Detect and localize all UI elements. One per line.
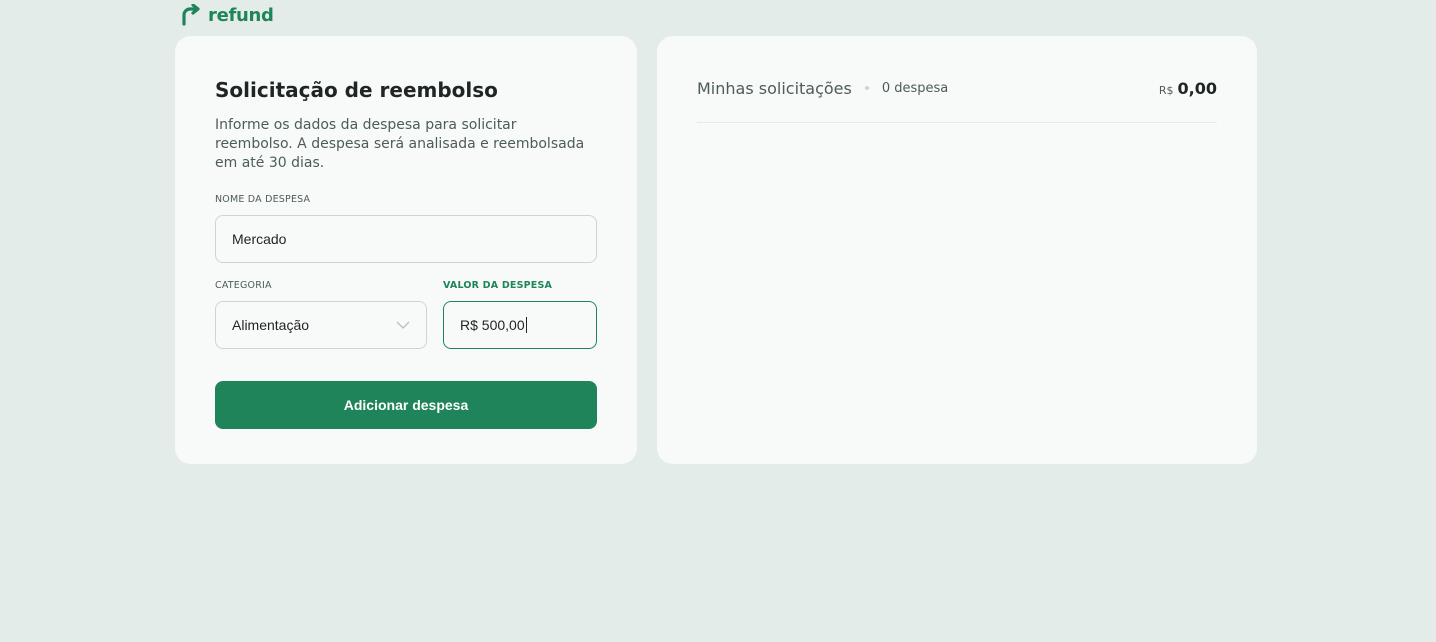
category-field: Categoria Alimentação — [215, 280, 427, 349]
separator-dot — [864, 86, 869, 90]
chevron-down-icon — [396, 321, 410, 329]
brand-name: refund — [208, 4, 274, 26]
expense-form-card: Solicitação de reembolso Informe os dado… — [175, 36, 637, 464]
expense-name-field: Nome da despesa Mercado — [215, 194, 597, 263]
text-cursor — [525, 317, 527, 333]
requests-title: Minhas solicitações — [697, 78, 852, 98]
expense-count: 0 despesa — [881, 80, 949, 96]
requests-header: Minhas solicitações 0 despesa R$ 0,00 — [697, 77, 1217, 99]
expense-name-label: Nome da despesa — [215, 194, 311, 205]
category-label: Categoria — [215, 280, 272, 291]
header-divider — [697, 122, 1217, 123]
refund-arrow-icon — [182, 4, 200, 26]
expense-name-value: Mercado — [232, 231, 287, 247]
amount-input[interactable]: R$ 500,00 — [443, 301, 597, 349]
form-title: Solicitação de reembolso — [215, 78, 498, 102]
brand-logo: refund — [180, 3, 274, 27]
amount-label: Valor da despesa — [443, 280, 553, 291]
category-value: Alimentação — [232, 317, 310, 333]
total-value: 0,00 — [1177, 78, 1217, 98]
total-amount: R$ 0,00 — [1159, 79, 1217, 98]
form-description: Informe os dados da despesa para solicit… — [215, 117, 585, 171]
amount-value: R$ 500,00 — [460, 317, 525, 333]
expense-name-input[interactable]: Mercado — [215, 215, 597, 263]
requests-header-left: Minhas solicitações 0 despesa — [697, 79, 948, 98]
requests-card: Minhas solicitações 0 despesa R$ 0,00 — [657, 36, 1257, 464]
add-expense-button[interactable]: Adicionar despesa — [215, 381, 597, 429]
amount-field: Valor da despesa R$ 500,00 — [443, 280, 597, 349]
total-currency: R$ — [1158, 83, 1174, 97]
category-select[interactable]: Alimentação — [215, 301, 427, 349]
